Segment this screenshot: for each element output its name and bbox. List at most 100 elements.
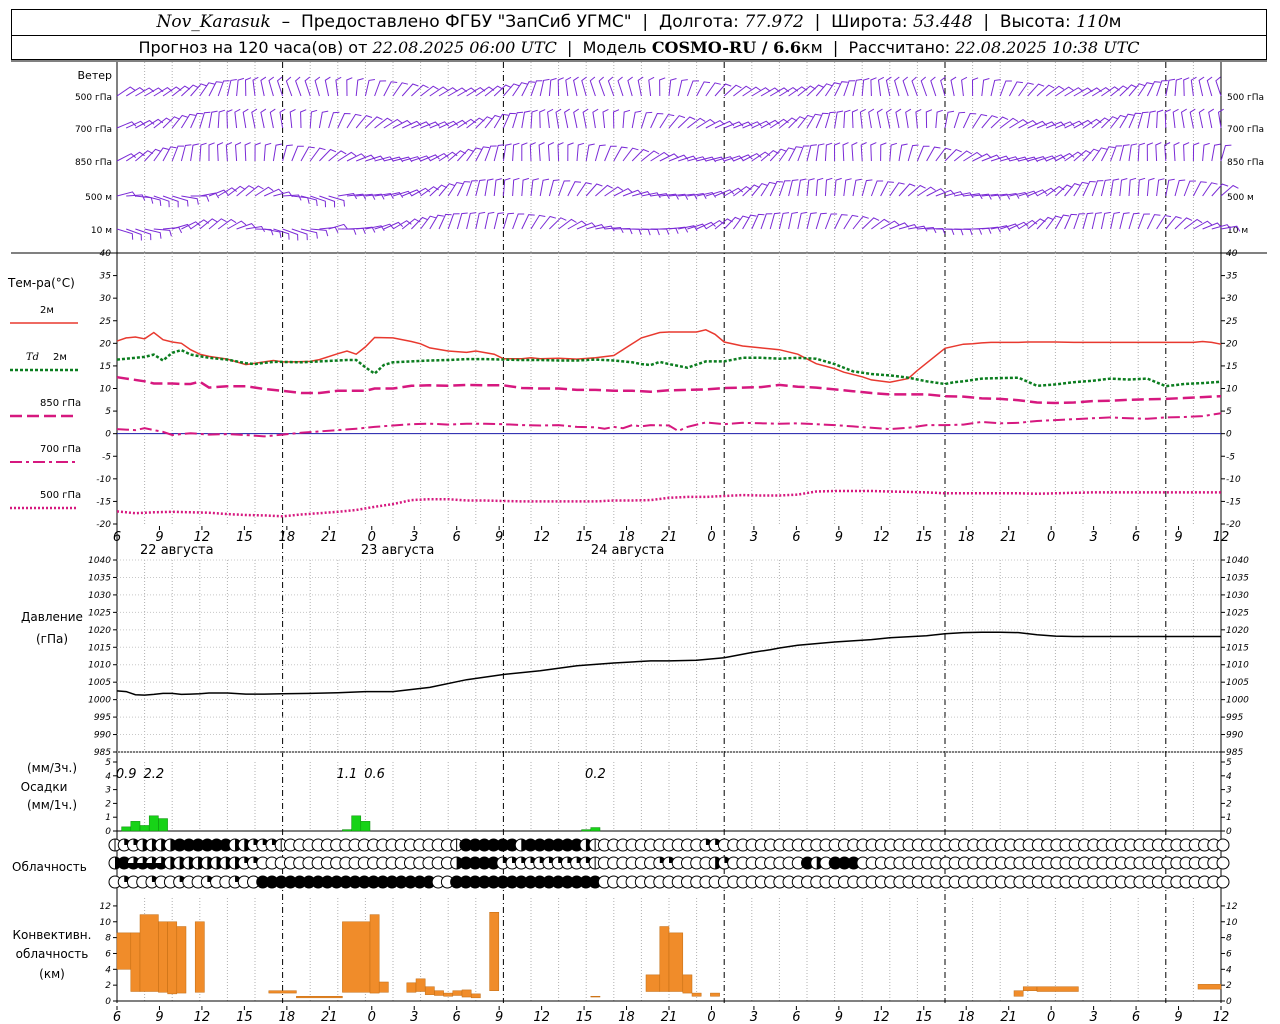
wind-barb <box>797 178 807 197</box>
wind-barb <box>1156 178 1165 197</box>
prec-ytick-label: 0 <box>105 827 111 837</box>
wind-barb <box>180 144 192 162</box>
precip-bar <box>158 818 168 832</box>
pres-ytick-label: 1015 <box>88 643 111 653</box>
wind-barb <box>659 153 679 162</box>
wind-barb <box>309 147 326 162</box>
wind-barb <box>364 79 375 97</box>
wind-barb <box>870 142 877 162</box>
wind-barb <box>484 178 494 197</box>
wind-barb <box>788 179 799 197</box>
legend-label: 700 гПа <box>40 444 81 455</box>
wind-barb <box>1174 217 1193 230</box>
wind-barb <box>1173 142 1180 162</box>
pres-ytick-label: 1030 <box>88 591 111 601</box>
wind-barb <box>547 108 554 129</box>
wind-barb <box>1156 214 1172 230</box>
wind-barb <box>889 142 898 162</box>
wind-barb <box>181 195 199 205</box>
conv-xtick-label: 0 <box>1047 1010 1055 1024</box>
wind-barb <box>420 85 439 97</box>
wind-level-label: 500 м <box>85 193 112 203</box>
wind-barb <box>1027 83 1045 97</box>
temp-ytick-label: 30 <box>100 294 112 304</box>
legend-label-td-2m: 2м <box>53 352 67 363</box>
wind-barb <box>576 142 585 162</box>
temp-ytick-label-right: -5 <box>1226 452 1235 462</box>
wind-barb <box>493 178 502 197</box>
wind-barb <box>538 142 545 162</box>
convective-bar <box>369 914 380 994</box>
wind-barb <box>319 195 336 208</box>
wind-barb <box>696 191 717 198</box>
wind-barb <box>911 76 918 97</box>
wind-barb <box>208 218 227 230</box>
wind-barb <box>162 195 179 208</box>
wind-barb <box>622 147 639 162</box>
conv-ytick-label: 4 <box>105 965 111 975</box>
pres-ytick-label-right: 1015 <box>1226 643 1249 653</box>
date-label: 23 августа <box>361 543 435 558</box>
conv-xtick-label: 12 <box>1213 1010 1230 1024</box>
pres-ytick-label-right: 995 <box>1226 713 1243 723</box>
prec-ytick-label-right: 1 <box>1226 813 1232 823</box>
pres-ytick-label-right: 1030 <box>1226 591 1249 601</box>
wind-barb <box>116 86 136 97</box>
pres-ytick-label-right: 1025 <box>1226 608 1249 618</box>
wind-barb <box>392 119 413 129</box>
date-label: 22 августа <box>140 543 214 558</box>
wind-barb <box>1202 182 1218 197</box>
temp-ytick-label-right: -15 <box>1226 497 1241 507</box>
wind-barb <box>555 108 562 129</box>
wind-barb <box>1174 77 1183 97</box>
wind-barb <box>870 77 877 97</box>
wind-barb <box>833 142 841 162</box>
conv-panel-label: Конвективн. <box>13 928 92 942</box>
wind-barb <box>254 186 274 197</box>
conv-xtick-label: 15 <box>236 1010 253 1024</box>
conv-xtick-label: 9 <box>1174 1010 1182 1024</box>
wind-barb <box>677 79 688 97</box>
wind-barb <box>972 153 992 162</box>
wind-barb <box>263 188 284 197</box>
wind-barb <box>889 222 910 230</box>
wind-barb <box>1146 177 1155 197</box>
wind-barb <box>251 108 258 129</box>
temp-xtick-label: 18 <box>279 530 296 545</box>
wind-barb <box>300 109 307 129</box>
wind-barb <box>1137 111 1149 129</box>
wind-barb <box>374 117 393 129</box>
wind-barb <box>190 143 200 162</box>
wind-barb <box>310 228 329 237</box>
wind-barb <box>944 110 955 129</box>
wind-panel-label: Ветер <box>78 69 112 82</box>
wind-barb <box>990 79 1001 97</box>
wind-barb <box>843 109 851 129</box>
temp-ytick-label: 40 <box>100 249 112 259</box>
wind-barb <box>806 178 815 197</box>
wind-barb <box>1192 181 1207 197</box>
conv-xtick-label: 18 <box>958 1010 975 1024</box>
convective-bar <box>659 926 670 992</box>
conv-xtick-label: 12 <box>533 1010 550 1024</box>
wind-barb <box>565 76 572 97</box>
wind-barb <box>1189 108 1196 129</box>
temp-xtick-label: 12 <box>873 530 890 545</box>
wind-level-label: 10 м <box>91 226 112 236</box>
convective-bar <box>470 993 481 999</box>
wind-barb <box>521 81 536 97</box>
wind-barb <box>346 153 367 162</box>
wind-barb <box>199 111 211 129</box>
conv-panel-unit: (км) <box>39 967 65 981</box>
wind-barb <box>521 142 528 161</box>
wind-barb <box>276 76 284 97</box>
wind-barb <box>668 154 689 162</box>
convective-bar <box>167 921 178 995</box>
legend-label-td: Td <box>26 352 39 363</box>
wind-barb <box>289 108 296 129</box>
wind-barbs-group <box>116 76 1241 241</box>
wind-barb <box>346 227 366 234</box>
wind-barb <box>1055 152 1075 162</box>
wind-barb <box>1172 108 1179 129</box>
wind-barb <box>1110 211 1120 230</box>
